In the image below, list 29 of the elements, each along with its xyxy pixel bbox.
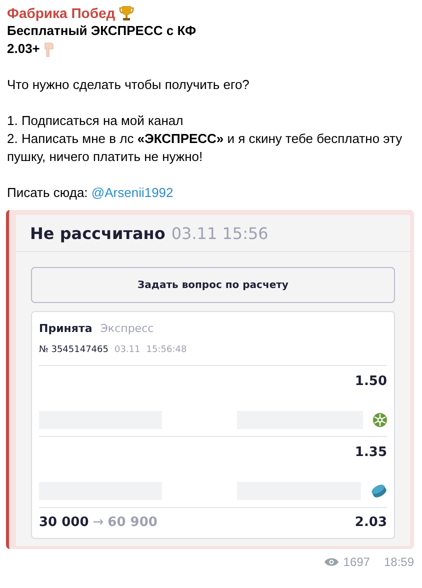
message-time: 18:59 [384,555,414,569]
event-odds: 1.35 [354,445,387,460]
bet-number: № 3545147465 [39,344,108,357]
trophy-icon [119,5,134,21]
contact-link[interactable]: @Arsenii1992 [91,185,174,200]
status-time: 03.11 15:56 [171,225,268,243]
pointing-down-hand-icon [42,42,55,56]
soccer-ball-icon [373,413,387,427]
payout-amount: 60 900 [108,514,158,532]
event-odds: 1.50 [354,374,387,389]
total-odds: 2.03 [354,514,387,532]
bet-status: Не рассчитано [30,225,166,243]
eye-icon [324,557,340,567]
channel-name[interactable]: Фабрика Побед [7,4,116,22]
bet-state: Принята [39,321,92,337]
hockey-puck-icon [371,484,387,498]
ask-question-button[interactable]: Задать вопрос по расчету [31,267,395,303]
contact-label: Писать сюда: [7,185,88,200]
bet-date: 03.11 [114,344,140,357]
bet-type: Экспресс [100,321,154,337]
stake-amount: 30 000 [39,514,89,532]
arrow-icon: → [92,514,104,532]
step-text: 2. Написать мне в лс «ЭКСПРЕСС» и я скину тебе бесплатно эту пушку, ничего платить не нужно! [7,130,404,166]
question-text: Что нужно сделать чтобы получить его? [7,76,250,94]
view-count: 1697 [343,555,370,569]
post-title: Бесплатный ЭКСПРЕСС с КФ [7,22,198,40]
odds-line: 2.03+ [7,40,40,58]
step-text: 1. Подписаться на мой канал [7,112,184,130]
bet-time: 15:56:48 [146,344,187,357]
